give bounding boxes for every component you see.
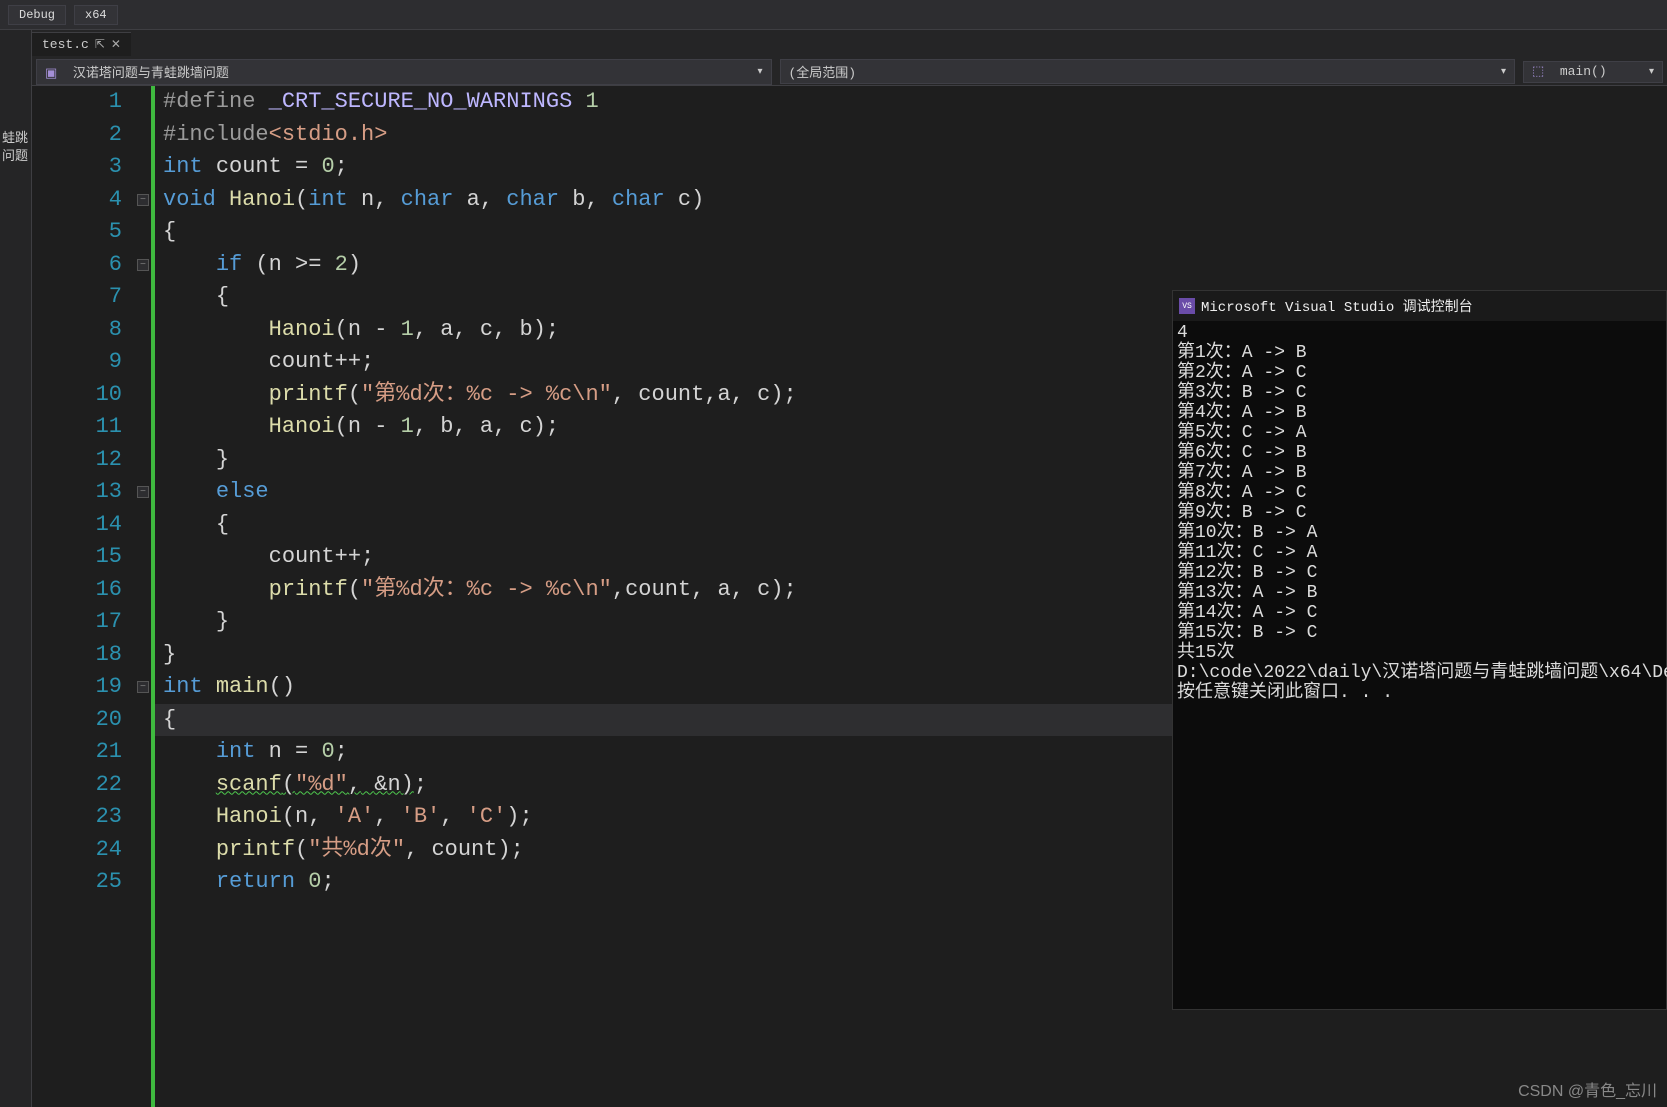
code-line[interactable]: } <box>163 639 1667 672</box>
line-number: 21 <box>32 736 122 769</box>
line-number: 5 <box>32 216 122 249</box>
project-icon: ▣ <box>45 66 61 82</box>
line-number: 13 <box>32 476 122 509</box>
code-line[interactable]: return 0; <box>163 866 1667 899</box>
code-line[interactable]: count++; <box>163 541 1667 574</box>
function-dropdown[interactable]: ⬚ main() ▾ <box>1523 61 1663 83</box>
code-line[interactable]: { <box>163 704 1667 737</box>
line-number-gutter: 1234567891011121314151617181920212223242… <box>32 86 137 1107</box>
watermark-text: CSDN @青色_忘川 <box>1518 1077 1657 1101</box>
line-number: 19 <box>32 671 122 704</box>
line-number: 12 <box>32 444 122 477</box>
fold-toggle-icon[interactable]: − <box>137 486 149 498</box>
code-line[interactable]: int count = 0; <box>163 151 1667 184</box>
fold-toggle-icon[interactable]: − <box>137 259 149 271</box>
line-number: 4 <box>32 184 122 217</box>
code-line[interactable]: Hanoi(n - 1, a, c, b); <box>163 314 1667 347</box>
tab-label: test.c <box>42 37 89 52</box>
pin-icon[interactable]: ⇱ <box>95 37 105 52</box>
line-number: 8 <box>32 314 122 347</box>
code-line[interactable]: #include<stdio.h> <box>163 119 1667 152</box>
line-number: 18 <box>32 639 122 672</box>
line-number: 23 <box>32 801 122 834</box>
close-icon[interactable]: ✕ <box>111 37 121 52</box>
code-line[interactable]: #define _CRT_SECURE_NO_WARNINGS 1 <box>163 86 1667 119</box>
line-number: 24 <box>32 834 122 867</box>
chevron-down-icon: ▾ <box>757 66 762 78</box>
fold-toggle-icon[interactable]: − <box>137 194 149 206</box>
code-line[interactable]: printf("第%d次：%c -> %c\n", count,a, c); <box>163 379 1667 412</box>
line-number: 6 <box>32 249 122 282</box>
code-line[interactable]: count++; <box>163 346 1667 379</box>
line-number: 20 <box>32 704 122 737</box>
project-dropdown[interactable]: ▣ 汉诺塔问题与青蛙跳墙问题 ▾ <box>36 59 772 85</box>
fold-gutter[interactable]: − − − − <box>137 86 151 1107</box>
code-line[interactable]: int main() <box>163 671 1667 704</box>
line-number: 11 <box>32 411 122 444</box>
code-line[interactable]: } <box>163 444 1667 477</box>
fold-toggle-icon[interactable]: − <box>137 681 149 693</box>
code-line[interactable]: int n = 0; <box>163 736 1667 769</box>
chevron-down-icon: ▾ <box>1649 66 1654 78</box>
line-number: 25 <box>32 866 122 899</box>
code-line[interactable]: if (n >= 2) <box>163 249 1667 282</box>
code-line[interactable]: { <box>163 216 1667 249</box>
code-line[interactable]: Hanoi(n, 'A', 'B', 'C'); <box>163 801 1667 834</box>
code-line[interactable]: Hanoi(n - 1, b, a, c); <box>163 411 1667 444</box>
top-toolbar: Debug x64 <box>0 0 1667 30</box>
sidebar-truncated-text: 蛙跳 问题 <box>2 130 28 166</box>
code-line[interactable]: { <box>163 281 1667 314</box>
line-number: 16 <box>32 574 122 607</box>
platform-dropdown[interactable]: x64 <box>74 5 118 25</box>
line-number: 14 <box>32 509 122 542</box>
line-number: 10 <box>32 379 122 412</box>
line-number: 3 <box>32 151 122 184</box>
line-number: 9 <box>32 346 122 379</box>
editor-tab-test-c[interactable]: test.c ⇱ ✕ <box>32 32 131 56</box>
code-line[interactable]: } <box>163 606 1667 639</box>
code-line[interactable]: { <box>163 509 1667 542</box>
line-number: 1 <box>32 86 122 119</box>
code-line[interactable]: printf("共%d次", count); <box>163 834 1667 867</box>
editor-tab-bar: test.c ⇱ ✕ <box>32 30 1667 58</box>
nav-breadcrumb-bar: ▣ 汉诺塔问题与青蛙跳墙问题 ▾ (全局范围) ▾ ⬚ main() ▾ <box>32 58 1667 86</box>
config-dropdown[interactable]: Debug <box>8 5 66 25</box>
solution-explorer-sidebar[interactable]: 蛙跳 问题 <box>0 30 32 1107</box>
code-line[interactable]: void Hanoi(int n, char a, char b, char c… <box>163 184 1667 217</box>
chevron-down-icon: ▾ <box>1501 66 1506 78</box>
function-icon: ⬚ <box>1532 64 1548 80</box>
line-number: 2 <box>32 119 122 152</box>
scope-dropdown[interactable]: (全局范围) ▾ <box>780 59 1516 84</box>
line-number: 15 <box>32 541 122 574</box>
code-line[interactable]: scanf("%d", &n); <box>163 769 1667 802</box>
line-number: 17 <box>32 606 122 639</box>
line-number: 7 <box>32 281 122 314</box>
change-margin <box>151 86 155 1107</box>
code-line[interactable]: else <box>163 476 1667 509</box>
code-line[interactable]: printf("第%d次：%c -> %c\n",count, a, c); <box>163 574 1667 607</box>
line-number: 22 <box>32 769 122 802</box>
